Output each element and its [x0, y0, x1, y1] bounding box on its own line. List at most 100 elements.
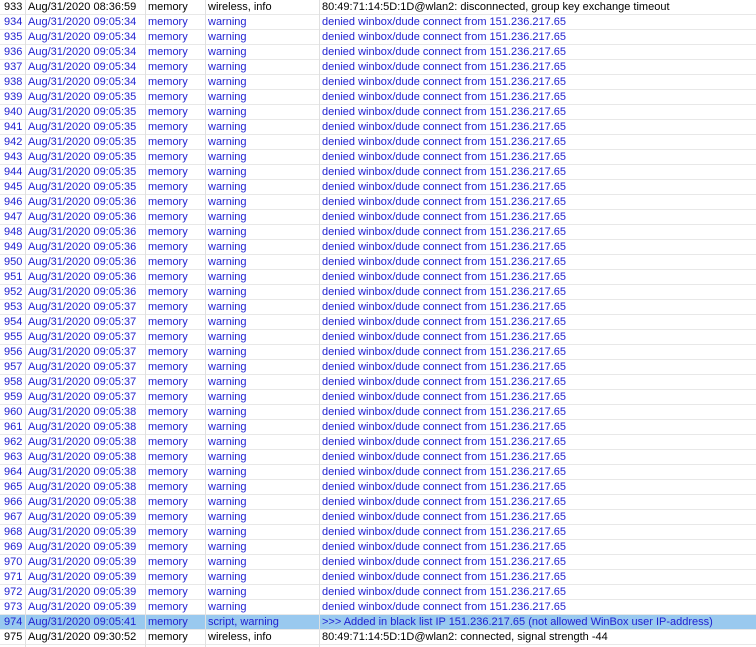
log-row[interactable]: 959 Aug/31/2020 09:05:37 memory warning deni…	[0, 390, 756, 405]
log-row[interactable]: 957 Aug/31/2020 09:05:37 memory warning deni…	[0, 360, 756, 375]
log-row[interactable]: 936 Aug/31/2020 09:05:34 memory warning deni…	[0, 45, 756, 60]
log-entry-number: 946	[4, 196, 23, 208]
log-entry-number: 972	[4, 586, 23, 598]
log-row[interactable]: 954 Aug/31/2020 09:05:37 memory warning deni…	[0, 315, 756, 330]
log-entry-buffer: memory	[148, 481, 188, 493]
log-entry-buffer: memory	[148, 301, 188, 313]
log-row[interactable]: 955 Aug/31/2020 09:05:37 memory warning deni…	[0, 330, 756, 345]
log-entry-number: 953	[4, 301, 23, 313]
log-entry-number: 973	[4, 601, 23, 613]
log-row[interactable]: 974 Aug/31/2020 09:05:41 memory script, war…	[0, 615, 756, 630]
log-row[interactable]: 943 Aug/31/2020 09:05:35 memory warning deni…	[0, 150, 756, 165]
log-row[interactable]: 969 Aug/31/2020 09:05:39 memory warning deni…	[0, 540, 756, 555]
log-entry-time: Aug/31/2020 09:05:36	[28, 196, 137, 208]
log-row[interactable]: 973 Aug/31/2020 09:05:39 memory warning deni…	[0, 600, 756, 615]
log-entry-message: denied winbox/dude connect from 151.236.…	[322, 421, 567, 433]
log-row[interactable]: 958 Aug/31/2020 09:05:37 memory warning deni…	[0, 375, 756, 390]
log-entry-time: Aug/31/2020 09:05:38	[28, 496, 137, 508]
log-row[interactable]: 975 Aug/31/2020 09:30:52 memory wireless, i…	[0, 630, 756, 645]
log-row[interactable]: 944 Aug/31/2020 09:05:35 memory warning deni…	[0, 165, 756, 180]
log-entry-topics: warning	[208, 46, 247, 58]
log-entry-message: denied winbox/dude connect from 151.236.…	[322, 226, 567, 238]
log-entry-number: 936	[4, 46, 23, 58]
log-entry-number: 945	[4, 181, 23, 193]
log-row[interactable]: 960 Aug/31/2020 09:05:38 memory warning deni…	[0, 405, 756, 420]
log-entry-time: Aug/31/2020 09:05:36	[28, 271, 137, 283]
log-entry-time: Aug/31/2020 09:05:36	[28, 211, 137, 223]
log-entry-topics: warning	[208, 496, 247, 508]
log-entry-time: Aug/31/2020 09:05:34	[28, 61, 137, 73]
log-entry-message: denied winbox/dude connect from 151.236.…	[322, 196, 567, 208]
log-entry-topics: warning	[208, 391, 247, 403]
log-row[interactable]: 946 Aug/31/2020 09:05:36 memory warning deni…	[0, 195, 756, 210]
log-entry-time: Aug/31/2020 09:05:34	[28, 46, 137, 58]
log-row[interactable]: 945 Aug/31/2020 09:05:35 memory warning deni…	[0, 180, 756, 195]
log-entry-buffer: memory	[148, 556, 188, 568]
log-entry-time: Aug/31/2020 09:05:35	[28, 181, 137, 193]
log-entry-number: 937	[4, 61, 23, 73]
log-row[interactable]: 934 Aug/31/2020 09:05:34 memory warning deni…	[0, 15, 756, 30]
log-row[interactable]: 953 Aug/31/2020 09:05:37 memory warning deni…	[0, 300, 756, 315]
log-entry-buffer: memory	[148, 571, 188, 583]
log-list: 933 Aug/31/2020 08:36:59 memory wireless, i…	[0, 0, 756, 647]
log-row[interactable]: 967 Aug/31/2020 09:05:39 memory warning deni…	[0, 510, 756, 525]
log-entry-topics: warning	[208, 226, 247, 238]
log-row[interactable]: 948 Aug/31/2020 09:05:36 memory warning deni…	[0, 225, 756, 240]
log-row[interactable]: 949 Aug/31/2020 09:05:36 memory warning deni…	[0, 240, 756, 255]
log-entry-message: denied winbox/dude connect from 151.236.…	[322, 46, 567, 58]
log-row[interactable]: 939 Aug/31/2020 09:05:35 memory warning deni…	[0, 90, 756, 105]
log-entry-topics: warning	[208, 331, 247, 343]
log-entry-number: 951	[4, 271, 23, 283]
log-row[interactable]: 972 Aug/31/2020 09:05:39 memory warning deni…	[0, 585, 756, 600]
log-entry-message: denied winbox/dude connect from 151.236.…	[322, 271, 567, 283]
log-row[interactable]: 966 Aug/31/2020 09:05:38 memory warning deni…	[0, 495, 756, 510]
log-row[interactable]: 964 Aug/31/2020 09:05:38 memory warning deni…	[0, 465, 756, 480]
log-entry-number: 949	[4, 241, 23, 253]
log-entry-topics: warning	[208, 166, 247, 178]
log-entry-topics: warning	[208, 286, 247, 298]
log-entry-message: denied winbox/dude connect from 151.236.…	[322, 331, 567, 343]
log-row[interactable]: 940 Aug/31/2020 09:05:35 memory warning deni…	[0, 105, 756, 120]
log-row[interactable]: 962 Aug/31/2020 09:05:38 memory warning deni…	[0, 435, 756, 450]
log-entry-number: 944	[4, 166, 23, 178]
log-entry-message: denied winbox/dude connect from 151.236.…	[322, 451, 567, 463]
log-row[interactable]: 933 Aug/31/2020 08:36:59 memory wireless, i…	[0, 0, 756, 15]
log-row[interactable]: 968 Aug/31/2020 09:05:39 memory warning deni…	[0, 525, 756, 540]
log-row[interactable]: 938 Aug/31/2020 09:05:34 memory warning deni…	[0, 75, 756, 90]
log-entry-time: Aug/31/2020 09:05:39	[28, 526, 137, 538]
log-row[interactable]: 937 Aug/31/2020 09:05:34 memory warning deni…	[0, 60, 756, 75]
log-entry-time: Aug/31/2020 09:05:38	[28, 451, 137, 463]
log-entry-buffer: memory	[148, 601, 188, 613]
log-entry-topics: warning	[208, 406, 247, 418]
log-entry-topics: warning	[208, 436, 247, 448]
log-row[interactable]: 951 Aug/31/2020 09:05:36 memory warning deni…	[0, 270, 756, 285]
log-entry-time: Aug/31/2020 09:05:39	[28, 541, 137, 553]
log-row[interactable]: 961 Aug/31/2020 09:05:38 memory warning deni…	[0, 420, 756, 435]
log-entry-number: 947	[4, 211, 23, 223]
log-entry-buffer: memory	[148, 511, 188, 523]
log-row[interactable]: 971 Aug/31/2020 09:05:39 memory warning deni…	[0, 570, 756, 585]
log-row[interactable]: 950 Aug/31/2020 09:05:36 memory warning deni…	[0, 255, 756, 270]
log-entry-number: 961	[4, 421, 23, 433]
log-row[interactable]: 963 Aug/31/2020 09:05:38 memory warning deni…	[0, 450, 756, 465]
log-row[interactable]: 942 Aug/31/2020 09:05:35 memory warning deni…	[0, 135, 756, 150]
log-entry-time: Aug/31/2020 09:05:35	[28, 106, 137, 118]
log-row[interactable]: 965 Aug/31/2020 09:05:38 memory warning deni…	[0, 480, 756, 495]
log-entry-topics: warning	[208, 526, 247, 538]
log-entry-time: Aug/31/2020 09:05:37	[28, 376, 137, 388]
log-entry-number: 954	[4, 316, 23, 328]
log-row[interactable]: 956 Aug/31/2020 09:05:37 memory warning deni…	[0, 345, 756, 360]
log-row[interactable]: 935 Aug/31/2020 09:05:34 memory warning deni…	[0, 30, 756, 45]
log-entry-topics: warning	[208, 136, 247, 148]
log-entry-buffer: memory	[148, 241, 188, 253]
log-entry-number: 962	[4, 436, 23, 448]
log-entry-time: Aug/31/2020 09:05:39	[28, 511, 137, 523]
log-entry-message: denied winbox/dude connect from 151.236.…	[322, 316, 567, 328]
log-row[interactable]: 970 Aug/31/2020 09:05:39 memory warning deni…	[0, 555, 756, 570]
log-entry-time: Aug/31/2020 09:05:35	[28, 151, 137, 163]
log-entry-message: denied winbox/dude connect from 151.236.…	[322, 481, 567, 493]
log-entry-message: denied winbox/dude connect from 151.236.…	[322, 241, 567, 253]
log-row[interactable]: 941 Aug/31/2020 09:05:35 memory warning deni…	[0, 120, 756, 135]
log-row[interactable]: 947 Aug/31/2020 09:05:36 memory warning deni…	[0, 210, 756, 225]
log-row[interactable]: 952 Aug/31/2020 09:05:36 memory warning deni…	[0, 285, 756, 300]
